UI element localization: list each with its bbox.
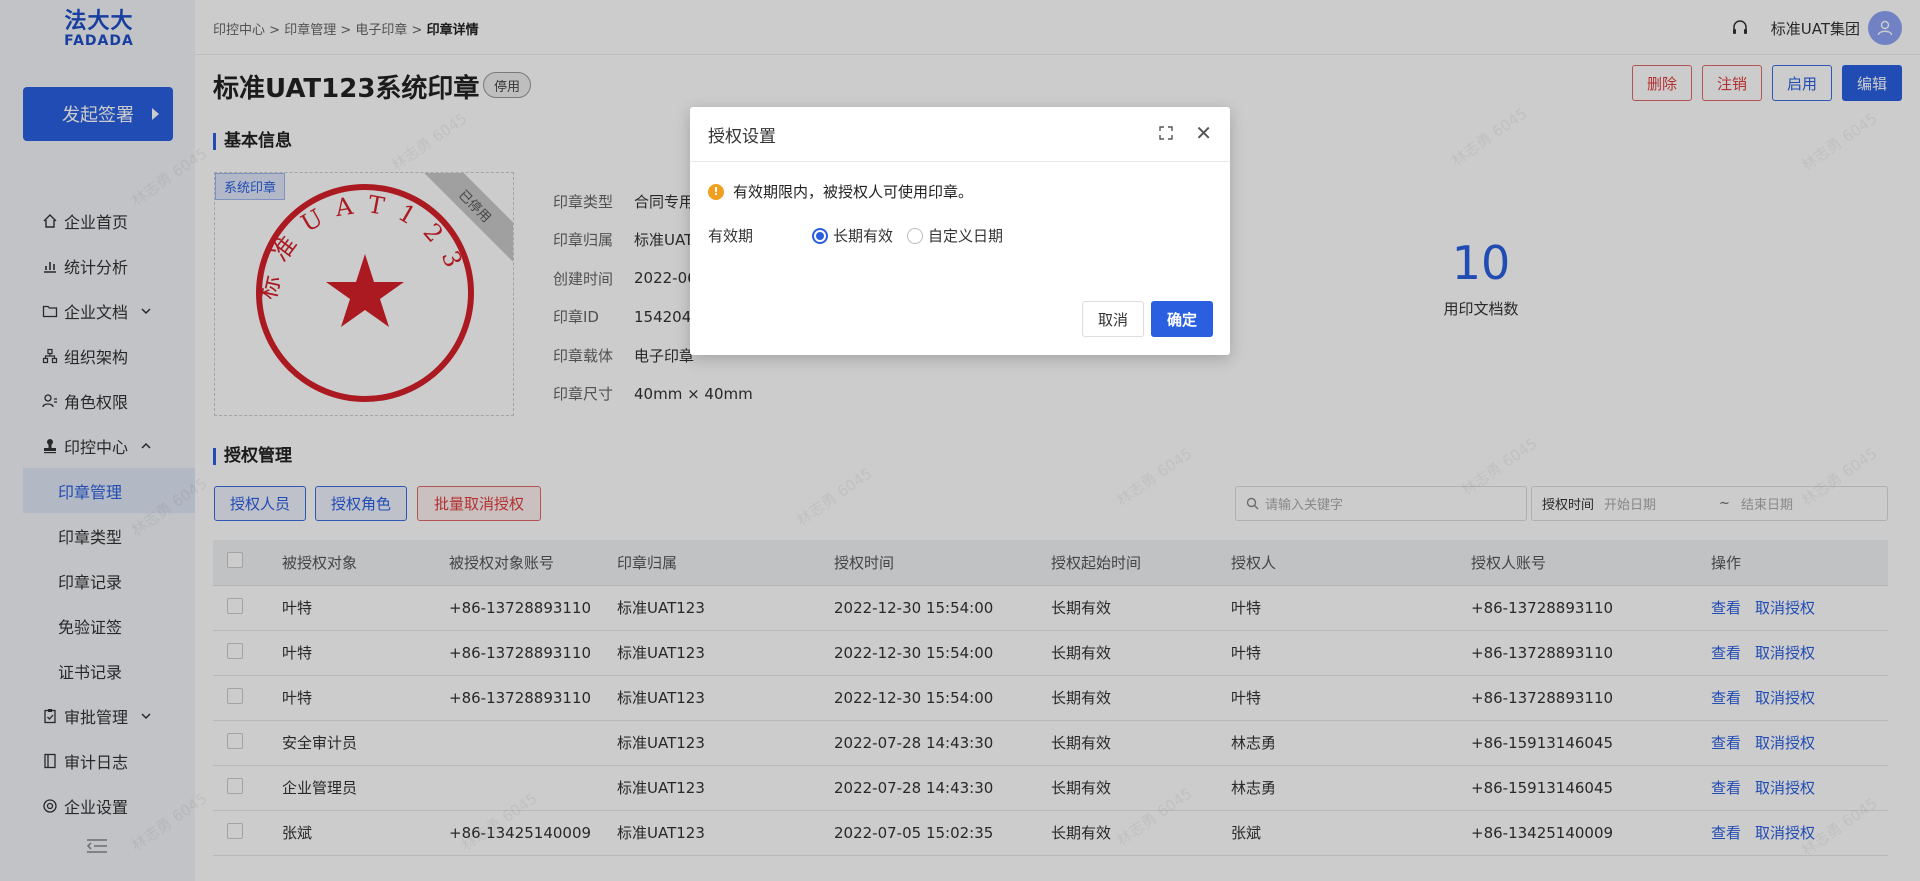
dialog-title: 授权设置 <box>708 126 776 147</box>
radio-custom-date[interactable]: 自定义日期 <box>907 225 1003 246</box>
validity-period-row: 有效期 长期有效 自定义日期 <box>708 225 1017 246</box>
close-icon[interactable]: ✕ <box>1195 121 1212 145</box>
radio-checked-icon[interactable] <box>812 227 828 244</box>
auth-settings-dialog: 授权设置 ✕ ! 有效期限内，被授权人可使用印章。 有效期 长期有效 自定义日期… <box>690 107 1230 355</box>
validity-label: 有效期 <box>708 227 754 245</box>
radio-unchecked-icon[interactable] <box>907 227 924 244</box>
dialog-header: 授权设置 ✕ <box>690 107 1230 162</box>
radio-label: 长期有效 <box>833 227 894 245</box>
radio-long-term[interactable]: 长期有效 <box>812 225 893 246</box>
dialog-confirm-button[interactable]: 确定 <box>1151 301 1213 337</box>
dialog-cancel-button[interactable]: 取消 <box>1082 301 1144 337</box>
warning-icon: ! <box>708 183 724 200</box>
fullscreen-icon[interactable] <box>1158 125 1174 141</box>
notice-text: 有效期限内，被授权人可使用印章。 <box>733 183 974 201</box>
radio-label: 自定义日期 <box>928 227 1004 245</box>
dialog-notice: ! 有效期限内，被授权人可使用印章。 <box>708 181 973 202</box>
